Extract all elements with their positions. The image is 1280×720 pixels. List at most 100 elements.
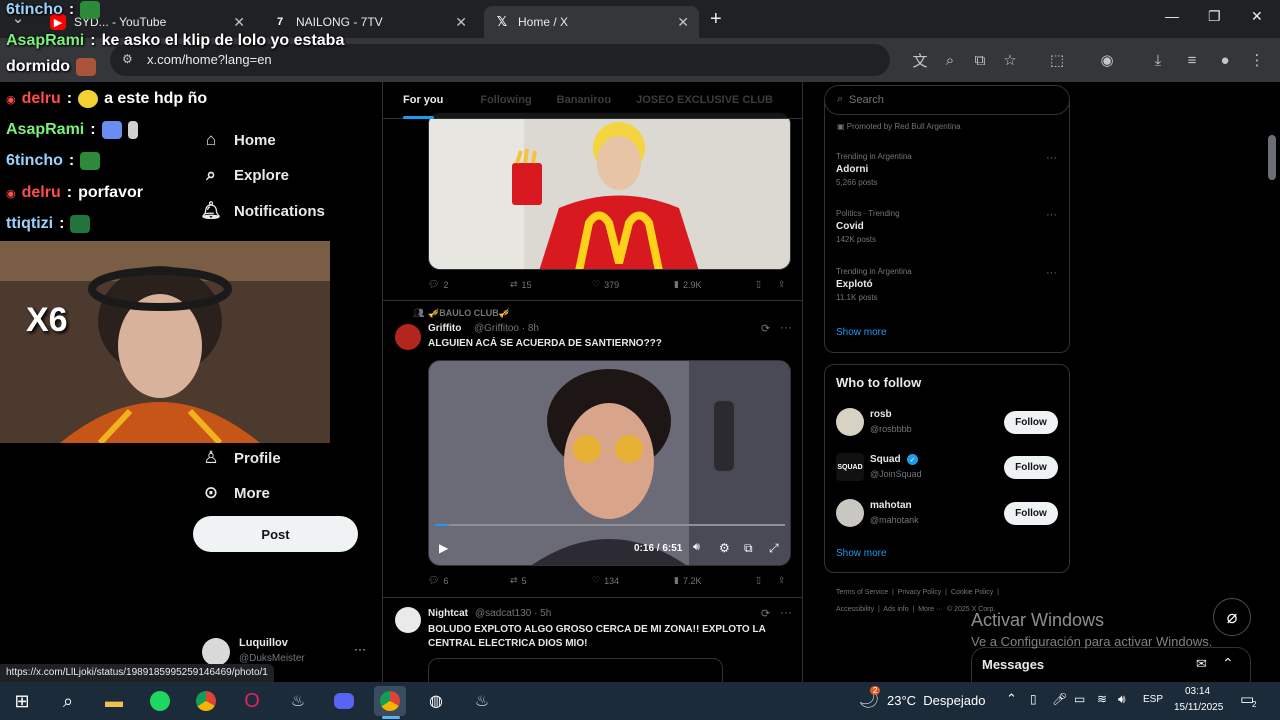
downloads-icon[interactable]: ⤓ [1146, 48, 1170, 72]
like-button[interactable]: ♡ 134 [592, 575, 674, 586]
more-dots-icon[interactable]: ··· [1046, 267, 1057, 279]
nav-home[interactable]: ⌂ Home [200, 125, 276, 155]
grok-float-icon[interactable]: ⌀ [1213, 598, 1251, 636]
nav-more[interactable]: ⊙ More [200, 478, 270, 508]
page-scrollbar[interactable] [1268, 135, 1276, 180]
nav-explore[interactable]: ⌕ Explore [200, 160, 289, 190]
follow-suggestion[interactable]: SQUAD Squad ✓ @JoinSquad Follow [836, 452, 1061, 484]
tab-for-you[interactable]: For you [383, 82, 454, 119]
media-controls-icon[interactable]: ≡ [1180, 48, 1204, 72]
new-tab-button[interactable]: + [710, 8, 722, 31]
chrome-icon[interactable] [190, 686, 222, 716]
input-language[interactable]: ESP [1143, 694, 1163, 705]
settings-gear-icon[interactable]: ⚙ [719, 541, 730, 555]
views-button[interactable]: ▮ 7.2K [674, 575, 756, 586]
tweet-author-name[interactable]: Nightcat [428, 608, 468, 619]
tab-list-bananirou[interactable]: Bananirou [543, 82, 622, 119]
community-label[interactable]: 🎺BAULO CLUB🎺 [428, 308, 510, 319]
follow-show-more-link[interactable]: Show more [836, 548, 887, 559]
chrome-menu-icon[interactable]: ⋮ [1245, 48, 1269, 72]
restore-button[interactable]: ❐ [1208, 8, 1221, 25]
avatar[interactable] [395, 607, 421, 633]
pip-icon[interactable]: ⧉ [744, 541, 753, 556]
opera-icon[interactable]: O [236, 686, 268, 716]
tweet-video[interactable]: ▶ 0:16 / 6:51 🔊︎ ⚙ ⧉ ⤢ [428, 360, 791, 566]
reply-button[interactable]: 💬︎ 6 [428, 575, 510, 586]
tweet-author-handle[interactable]: @Griffitoo · 8h [474, 323, 539, 334]
bookmark-star-icon[interactable]: ☆ [998, 48, 1022, 72]
retweet-button[interactable]: ⇄ 5 [510, 575, 592, 586]
tweet-media-preview[interactable] [428, 658, 723, 682]
avatar[interactable] [395, 324, 421, 350]
url-text[interactable]: x.com/home?lang=en [147, 52, 272, 67]
retweet-button[interactable]: ⇄ 15 [510, 279, 592, 290]
nav-notifications[interactable]: 🔔︎ Notifications [200, 196, 325, 226]
steam-icon[interactable]: ♨ [282, 686, 314, 716]
follow-button[interactable]: Follow [1004, 456, 1058, 479]
obs-icon[interactable]: ◍ [420, 686, 452, 716]
tab-x-home[interactable]: 𝕏 Home / X ✕ [484, 6, 699, 38]
zoom-icon[interactable]: ⌕ [938, 48, 962, 72]
volume-icon[interactable]: 🔊︎ [1118, 692, 1126, 707]
window-close-button[interactable]: ✕ [1251, 8, 1263, 25]
more-dots-icon[interactable]: ··· [780, 605, 792, 619]
follow-button[interactable]: Follow [1004, 411, 1058, 434]
follow-button[interactable]: Follow [1004, 502, 1058, 525]
spotify-icon[interactable] [144, 686, 176, 716]
trend-item[interactable]: Trending in Argentina Adorni 5,266 posts… [836, 152, 1061, 194]
more-dots-icon[interactable]: ··· [1046, 152, 1057, 164]
minimize-button[interactable]: — [1165, 8, 1179, 24]
trends-show-more-link[interactable]: Show more [836, 327, 887, 338]
file-explorer-icon[interactable]: ▬ [98, 686, 130, 716]
close-tab-icon[interactable]: ✕ [455, 14, 467, 31]
share-button[interactable]: ⇪ [778, 279, 786, 290]
discord-icon[interactable] [328, 686, 360, 716]
fullscreen-icon[interactable]: ⤢ [769, 541, 779, 556]
post-button[interactable]: Post [193, 516, 358, 552]
tweet-image[interactable] [428, 112, 791, 270]
search-icon[interactable]: ⌕ [52, 686, 84, 716]
tab-following[interactable]: Following [454, 82, 542, 119]
windows-start-icon[interactable]: ⊞ [6, 686, 38, 716]
wifi-icon[interactable]: ≋ [1097, 692, 1107, 706]
lens-icon[interactable]: ◉ [1095, 48, 1119, 72]
messages-drawer[interactable]: Messages ✉ ⌃ [971, 647, 1251, 682]
tweet-author-handle[interactable]: @sadcat130 · 5h [475, 608, 551, 619]
close-tab-icon[interactable]: ✕ [677, 14, 689, 31]
nav-profile[interactable]: ♙ Profile [200, 443, 280, 473]
clock-date[interactable]: 15/11/2025 [1174, 702, 1223, 713]
tray-overflow-chevron-icon[interactable]: ⌃ [1006, 691, 1017, 707]
tab-list-joseo[interactable]: JOSEO EXCLUSIVE CLUB [622, 82, 784, 119]
bookmark-button[interactable]: ▯ [756, 279, 778, 290]
close-tab-icon[interactable]: ✕ [233, 14, 245, 31]
follow-suggestion[interactable]: rosb @rosbbbb Follow [836, 407, 1061, 439]
grok-icon[interactable]: ⟳ [761, 607, 770, 620]
site-info-icon[interactable]: ⚙ [122, 52, 133, 66]
share-button[interactable]: ⇪ [778, 575, 786, 586]
chrome-active-icon[interactable] [374, 686, 406, 716]
grok-icon[interactable]: ⟳ [761, 322, 770, 335]
profile-avatar-icon[interactable]: ● [1213, 48, 1237, 72]
microphone-icon[interactable]: 🎤︎ [1052, 692, 1067, 706]
volume-icon[interactable]: 🔊︎ [693, 541, 700, 554]
bookmark-button[interactable]: ▯ [756, 575, 778, 586]
more-dots-icon[interactable]: ··· [1046, 209, 1057, 221]
expand-chevron-icon[interactable]: ⌃ [1222, 655, 1234, 672]
follow-suggestion[interactable]: mahotan @mahotank Follow [836, 498, 1061, 530]
tweet-author-name[interactable]: Griffito [428, 323, 461, 334]
tray-app-icon[interactable]: ▯ [1030, 692, 1037, 706]
translate-icon[interactable]: 文 [908, 48, 932, 72]
footer-links[interactable]: Terms of Service | Privacy Policy | Cook… [836, 589, 999, 596]
trend-item[interactable]: Trending in Argentina Explotó 11.1K post… [836, 267, 1061, 309]
new-message-icon[interactable]: ✉ [1196, 656, 1207, 672]
more-dots-icon[interactable]: ··· [354, 642, 366, 656]
views-button[interactable]: ▮ 2.9K [674, 279, 756, 290]
more-dots-icon[interactable]: ··· [780, 320, 792, 334]
extensions-icon[interactable]: ⬚ [1045, 48, 1069, 72]
display-icon[interactable]: ▭ [1074, 692, 1085, 706]
trend-item[interactable]: Politics · Trending Covid 142K posts ··· [836, 209, 1061, 251]
steam-icon[interactable]: ♨ [466, 686, 498, 716]
weather-text[interactable]: 23°C Despejado [887, 693, 985, 708]
reply-button[interactable]: 💬︎ 2 [428, 279, 510, 290]
play-icon[interactable]: ▶ [439, 541, 448, 555]
